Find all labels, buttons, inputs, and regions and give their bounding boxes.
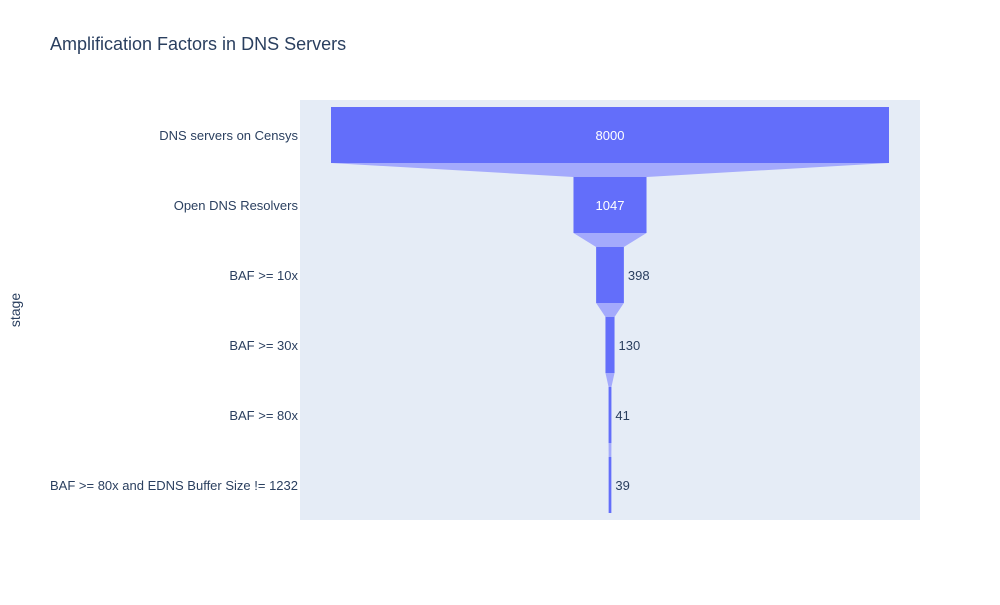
chart-title: Amplification Factors in DNS Servers [50,34,346,54]
y-tick-label: DNS servers on Censys [159,128,298,143]
data-label: 1047 [596,198,625,213]
funnel-connector [608,443,612,457]
y-tick-label: Open DNS Resolvers [174,198,299,213]
data-label: 130 [619,338,641,353]
data-label: 39 [615,478,629,493]
y-tick-label: BAF >= 80x [229,408,298,423]
y-tick-label: BAF >= 10x [229,268,298,283]
y-tick-label: BAF >= 30x [229,338,298,353]
y-axis-title: stage [7,293,23,327]
data-label: 41 [615,408,629,423]
y-tick-group: DNS servers on Censys Open DNS Resolvers B… [50,128,298,493]
chart-canvas: Amplification Factors in DNS Servers 800… [7,34,920,520]
y-tick-label: BAF >= 80x and EDNS Buffer Size != 1232 [50,478,298,493]
funnel-bar [608,457,612,513]
funnel-bar [608,387,612,443]
data-label: 8000 [596,128,625,143]
funnel-bar [605,317,615,373]
funnel-chart: Amplification Factors in DNS Servers 800… [0,0,1000,600]
data-label: 398 [628,268,650,283]
funnel-bar [596,247,624,303]
